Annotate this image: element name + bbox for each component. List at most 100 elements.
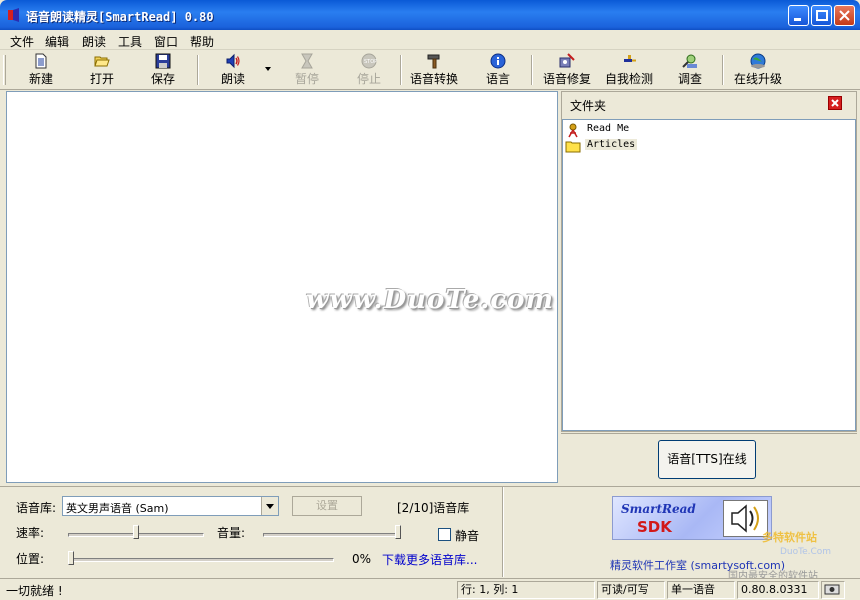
speaker-icon	[226, 53, 240, 69]
maximize-icon	[816, 10, 828, 21]
save-label: 保存	[150, 72, 175, 86]
position-slider[interactable]	[68, 558, 334, 562]
open-folder-icon	[94, 56, 110, 67]
pause-button[interactable]: 暂停	[284, 52, 330, 88]
sdk-logo-line2: SDK	[637, 518, 672, 536]
position-percent: 0%	[352, 552, 372, 566]
site-url-mark: DuoTe.Com	[780, 547, 832, 557]
voice-library-select[interactable]: 英文男声语音 (Sam)	[62, 496, 279, 516]
open-button[interactable]: 打开	[79, 52, 125, 88]
download-voices-link[interactable]: 下载更多语音库...	[382, 551, 477, 568]
open-label: 打开	[89, 72, 114, 86]
info-icon	[490, 53, 506, 69]
voice-convert-button[interactable]: 语音转换	[406, 52, 462, 88]
pause-label: 暂停	[294, 72, 319, 86]
read-dropdown-button[interactable]	[262, 52, 274, 88]
dropdown-arrow-icon	[265, 67, 271, 71]
status-version: 0.80.8.0331	[737, 581, 819, 599]
menu-tools[interactable]: 工具	[118, 33, 142, 50]
self-check-label: 自我检测	[604, 72, 653, 86]
status-bar: 一切就绪 ! 行: 1, 列: 1 可读/可写 单一语音 0.80.8.0331	[0, 578, 860, 600]
read-button[interactable]: 朗读	[206, 52, 260, 88]
status-indicator	[821, 581, 845, 599]
camera-indicator-icon	[824, 584, 840, 595]
maximize-button[interactable]	[811, 5, 832, 26]
self-check-button[interactable]: 自我检测	[601, 52, 657, 88]
stop-button[interactable]: STOP 停止	[346, 52, 392, 88]
voice-library-value: 英文男声语音 (Sam)	[66, 502, 169, 515]
voice-library-label: 语音库:	[16, 501, 57, 515]
online-upgrade-button[interactable]: 在线升级	[730, 52, 786, 88]
language-label: 语言	[485, 72, 510, 86]
toolbar-grip	[3, 55, 6, 85]
hammer-icon	[427, 54, 440, 69]
volume-slider[interactable]	[263, 533, 401, 537]
svg-text:STOP: STOP	[364, 59, 377, 65]
toolbar: 新建 打开 保存 朗读 暂停 STOP 停止 语音转换 语言 语音修复 自我检测	[0, 50, 860, 90]
status-voice-mode: 单一语音	[667, 581, 735, 599]
toolbar-separator	[531, 55, 533, 85]
folder-panel-close-button[interactable]	[828, 96, 842, 110]
position-label: 位置:	[16, 552, 45, 566]
new-label: 新建	[28, 72, 53, 86]
voice-controls-panel: 语音库: 英文男声语音 (Sam) 设置 [2/10]语音库 速率: 音量: 静…	[0, 486, 860, 582]
app-icon	[8, 8, 19, 22]
speed-label: 速率:	[16, 526, 45, 540]
site-mark: 多特软件站	[762, 531, 817, 544]
menu-window[interactable]: 窗口	[154, 33, 178, 50]
duote-watermark: www.DuoTe.com	[306, 285, 555, 315]
new-button[interactable]: 新建	[18, 52, 64, 88]
stop-label: 停止	[356, 72, 381, 86]
new-document-icon	[35, 53, 47, 69]
close-icon	[831, 99, 839, 107]
volume-slider-thumb[interactable]	[395, 525, 401, 539]
mute-label: 静音	[455, 529, 480, 543]
sdk-logo-line1: SmartRead	[621, 502, 696, 516]
tts-area: 语音[TTS]在线	[561, 433, 857, 484]
status-cursor-position: 行: 1, 列: 1	[457, 581, 595, 599]
online-upgrade-label: 在线升级	[733, 72, 782, 86]
survey-magnifier-icon	[682, 54, 697, 68]
toolbar-separator	[400, 55, 402, 85]
voice-convert-label: 语音转换	[409, 72, 458, 86]
title-bar: 语音朗读精灵[SmartRead] 0.80	[0, 0, 860, 30]
speed-slider-thumb[interactable]	[133, 525, 139, 539]
menu-bar: 文件 编辑 朗读 工具 窗口 帮助	[0, 30, 860, 50]
chevron-down-icon[interactable]	[261, 497, 278, 515]
menu-edit[interactable]: 编辑	[45, 33, 69, 50]
minimize-button[interactable]	[788, 5, 809, 26]
save-disk-icon	[155, 53, 171, 69]
folder-panel: 文件夹 Read Me Articles	[561, 91, 857, 432]
survey-label: 调查	[677, 72, 702, 86]
speaker-waves-icon	[731, 504, 759, 533]
toolbar-separator	[197, 55, 199, 85]
minimize-icon	[794, 18, 801, 21]
voice-repair-button[interactable]: 语音修复	[539, 52, 595, 88]
tts-online-button[interactable]: 语音[TTS]在线	[658, 440, 756, 479]
tree-item-label: Articles	[585, 139, 638, 150]
pause-hourglass-icon	[301, 53, 313, 69]
stop-sign-icon: STOP	[361, 53, 377, 69]
menu-help[interactable]: 帮助	[190, 33, 214, 50]
settings-button[interactable]: 设置	[292, 496, 362, 516]
tree-item-label: Read Me	[587, 123, 630, 134]
read-label: 朗读	[220, 72, 245, 86]
repair-tools-icon	[559, 53, 575, 68]
folder-tree[interactable]: Read Me Articles	[562, 119, 856, 431]
position-slider-thumb[interactable]	[68, 551, 74, 565]
panel-divider	[502, 487, 504, 577]
status-ready: 一切就绪 !	[6, 584, 63, 598]
readme-icon	[568, 123, 578, 138]
status-access: 可读/可写	[597, 581, 665, 599]
mute-checkbox[interactable]	[438, 528, 451, 541]
menu-file[interactable]: 文件	[10, 33, 34, 50]
toolbar-separator	[722, 55, 724, 85]
smartread-sdk-logo[interactable]: SmartRead SDK	[612, 496, 772, 540]
voice-repair-label: 语音修复	[542, 72, 591, 86]
folder-panel-title: 文件夹	[570, 99, 607, 113]
survey-button[interactable]: 调查	[672, 52, 708, 88]
language-button[interactable]: 语言	[477, 52, 519, 88]
save-button[interactable]: 保存	[140, 52, 186, 88]
menu-read[interactable]: 朗读	[82, 33, 106, 50]
close-button[interactable]	[834, 5, 855, 26]
